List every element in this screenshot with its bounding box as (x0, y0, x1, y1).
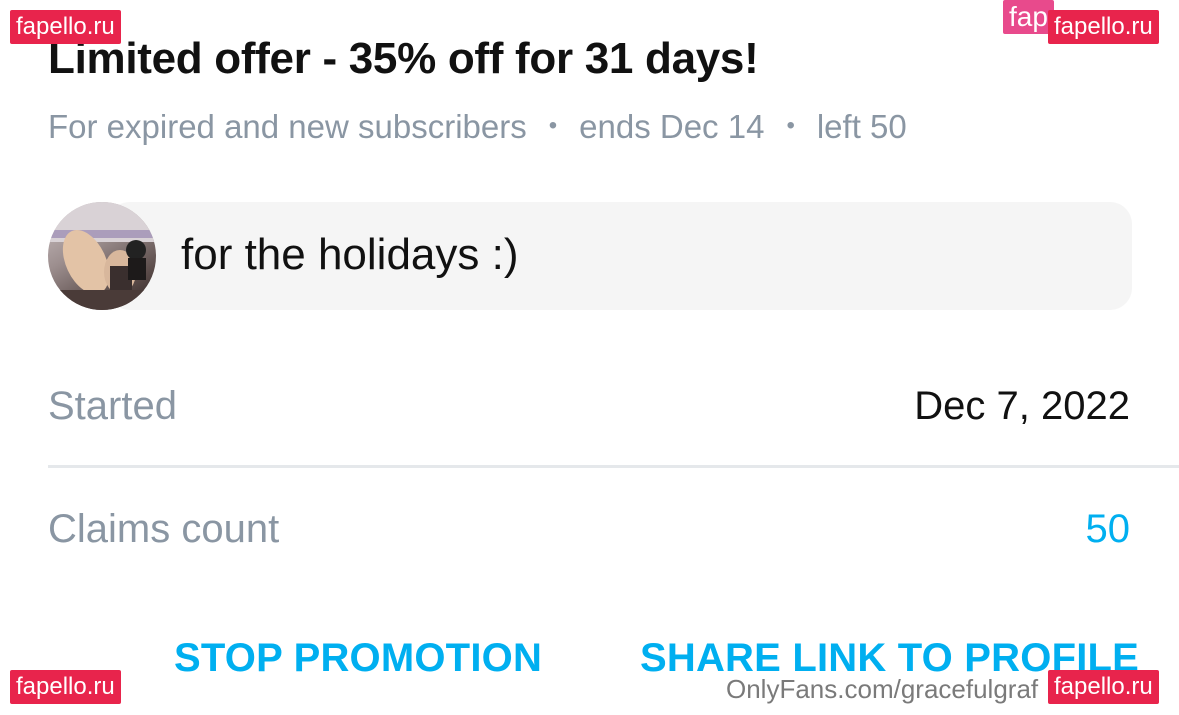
offer-ends: ends Dec 14 (579, 108, 765, 145)
offer-left: left 50 (816, 108, 907, 145)
watermark-top-right-partial: fap (1003, 0, 1054, 34)
onlyfans-url-watermark: OnlyFans.com/gracefulgraf (726, 674, 1039, 704)
divider (48, 465, 1179, 468)
offer-audience: For expired and new subscribers (48, 108, 527, 145)
claims-label: Claims count (48, 507, 280, 551)
started-label: Started (48, 384, 177, 428)
watermark-top-right: fapello.ru (1048, 10, 1159, 44)
offer-meta: For expired and new subscribers • ends Dec… (48, 108, 907, 146)
avatar-image-icon (48, 202, 156, 310)
watermark-bottom-left: fapello.ru (10, 670, 121, 704)
avatar[interactable] (48, 202, 156, 310)
watermark-bottom-right: fapello.ru (1048, 670, 1159, 704)
offer-title: Limited offer - 35% off for 31 days! (48, 34, 759, 83)
stop-promotion-button[interactable]: STOP PROMOTION (174, 636, 542, 681)
separator-dot: • (548, 112, 558, 140)
promo-message: for the holidays :) (48, 202, 1132, 310)
watermark-top-left: fapello.ru (10, 10, 121, 44)
started-value: Dec 7, 2022 (914, 384, 1130, 428)
claims-count[interactable]: 50 (1086, 507, 1131, 552)
message-text: for the holidays :) (181, 230, 519, 279)
separator-dot: • (786, 112, 795, 140)
